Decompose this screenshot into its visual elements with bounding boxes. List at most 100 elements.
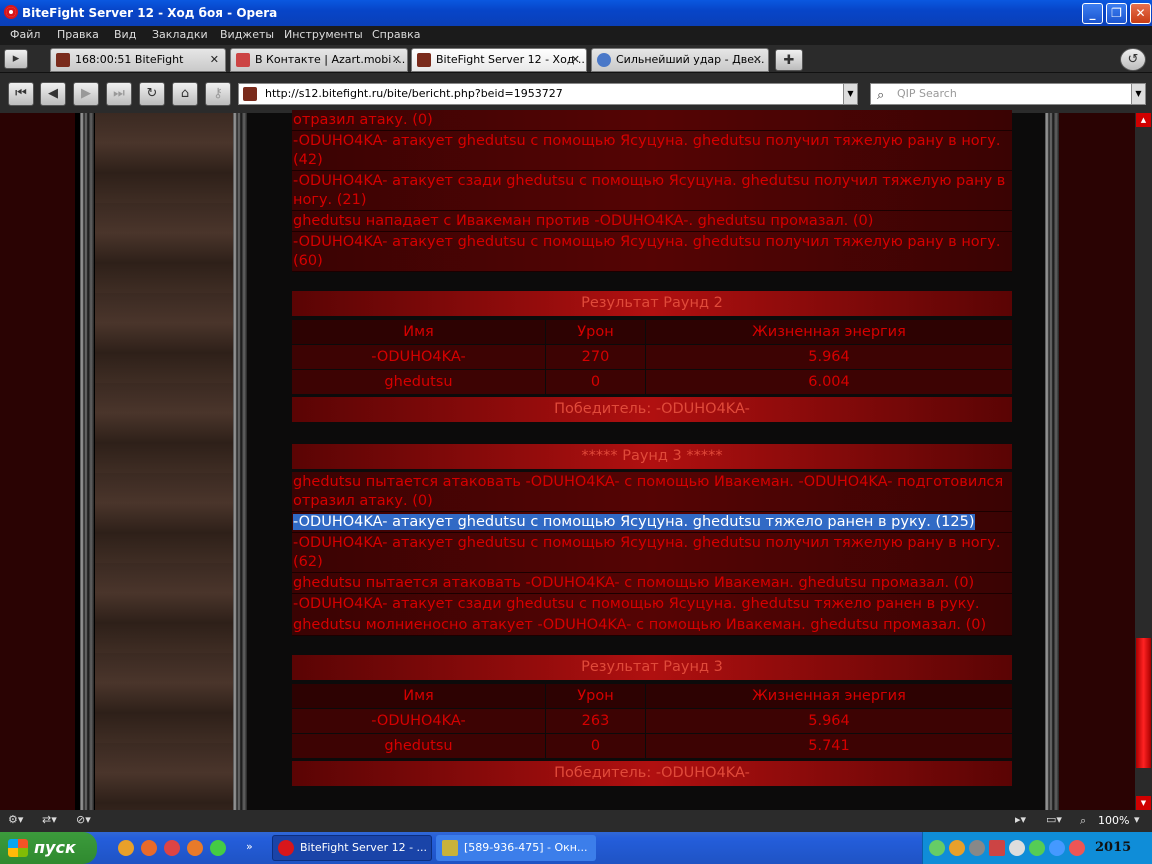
network-icon[interactable]: ⇄▾ bbox=[42, 813, 57, 826]
chevron-down-icon[interactable]: ▼ bbox=[1131, 84, 1145, 104]
search-icon: ⌕ bbox=[877, 88, 885, 103]
fast-forward-button[interactable]: ⏭ bbox=[106, 82, 132, 106]
result-round-2-header: Результат Раунд 2 bbox=[292, 291, 1012, 316]
menu-edit[interactable]: Правка bbox=[57, 28, 99, 41]
scroll-thumb[interactable] bbox=[1136, 638, 1151, 768]
zoom-level[interactable]: 100% bbox=[1098, 814, 1129, 827]
window-title: BiteFight Server 12 - Ход боя - Opera bbox=[22, 6, 278, 20]
close-tab-icon[interactable]: ✕ bbox=[571, 49, 580, 71]
log-line: (60) bbox=[292, 251, 1012, 272]
speaker-icon[interactable] bbox=[1009, 840, 1025, 856]
view-icon[interactable]: ▭▾ bbox=[1046, 813, 1062, 826]
cursor-icon[interactable]: ▸▾ bbox=[1015, 813, 1026, 826]
close-tab-icon[interactable]: ✕ bbox=[392, 49, 401, 71]
tray-icon[interactable] bbox=[969, 840, 985, 856]
tray-icon[interactable] bbox=[929, 840, 945, 856]
decorative-border bbox=[1045, 113, 1059, 810]
taskbar: пуск » BiteFight Server 12 - ... [589-93… bbox=[0, 832, 1152, 864]
clock[interactable]: 2015 bbox=[1095, 840, 1131, 855]
tab-label: 168:00:51 BiteFight bbox=[75, 53, 184, 66]
new-tab-button[interactable]: ✚ bbox=[775, 49, 803, 71]
tray-icon[interactable] bbox=[1029, 840, 1045, 856]
tray-icon[interactable] bbox=[1069, 840, 1085, 856]
reload-button[interactable]: ↻ bbox=[139, 82, 165, 106]
tab-vkontakte[interactable]: В Контакте | Azart.mobi ... ✕ bbox=[230, 48, 408, 72]
closed-tabs-icon[interactable]: ↺ bbox=[1120, 48, 1146, 71]
close-button[interactable]: ✕ bbox=[1130, 3, 1151, 24]
player-name: -ODUHO4KA- bbox=[292, 709, 545, 733]
menu-widgets[interactable]: Виджеты bbox=[220, 28, 274, 41]
health-value: 5.741 bbox=[646, 734, 1012, 758]
page-favicon-icon bbox=[597, 53, 611, 67]
chevron-down-icon[interactable]: ▼ bbox=[843, 84, 857, 104]
title-bar: BiteFight Server 12 - Ход боя - Opera _ … bbox=[0, 0, 1152, 26]
task-opera[interactable]: BiteFight Server 12 - ... bbox=[272, 835, 432, 861]
start-button[interactable]: пуск bbox=[0, 832, 97, 864]
forward-button[interactable]: ▶ bbox=[73, 82, 99, 106]
quick-launch-icon[interactable] bbox=[141, 840, 157, 856]
tools-icon[interactable]: ⚙▾ bbox=[8, 813, 23, 826]
wand-button[interactable]: ⚷ bbox=[205, 82, 231, 106]
back-button[interactable]: ◀ bbox=[40, 82, 66, 106]
health-value: 6.004 bbox=[646, 370, 1012, 394]
task-window[interactable]: [589-936-475] - Окн... bbox=[436, 835, 596, 861]
scroll-up-icon[interactable]: ▲ bbox=[1136, 113, 1151, 127]
player-name: ghedutsu bbox=[292, 370, 545, 394]
task-label: BiteFight Server 12 - ... bbox=[300, 841, 428, 854]
tab-strongest-hit[interactable]: Сильнейший удар - Две... ✕ bbox=[591, 48, 769, 72]
language-flag-icon[interactable] bbox=[989, 840, 1005, 856]
zoom-icon: ⌕ bbox=[1080, 814, 1087, 827]
search-placeholder: QIP Search bbox=[897, 87, 957, 100]
log-line: отразил атаку. (0) bbox=[292, 491, 1012, 512]
close-tab-icon[interactable]: ✕ bbox=[753, 49, 762, 71]
panel-toggle-icon[interactable]: ▸ bbox=[4, 49, 28, 69]
url-text: http://s12.bitefight.ru/bite/bericht.php… bbox=[265, 87, 563, 100]
damage-value: 263 bbox=[546, 709, 645, 733]
tab-bitefight-timer[interactable]: 168:00:51 BiteFight ✕ bbox=[50, 48, 226, 72]
window-icon bbox=[442, 840, 458, 856]
tab-label: В Контакте | Azart.mobi ... bbox=[255, 53, 406, 66]
log-line-selected[interactable]: -ODUHO4KA- атакует ghedutsu с помощью Яс… bbox=[292, 512, 1012, 533]
menu-tools[interactable]: Инструменты bbox=[284, 28, 363, 41]
menu-file[interactable]: Файл bbox=[10, 28, 40, 41]
column-damage-header: Урон bbox=[546, 684, 645, 708]
log-line: ghedutsu молниеносно атакует -ODUHO4KA- … bbox=[292, 615, 1012, 636]
column-health-header: Жизненная энергия bbox=[646, 684, 1012, 708]
start-label: пуск bbox=[34, 838, 76, 857]
selected-text: -ODUHO4KA- атакует ghedutsu с помощью Яс… bbox=[293, 514, 975, 530]
chevron-down-icon[interactable]: ▾ bbox=[1134, 813, 1140, 826]
quick-launch-icon[interactable] bbox=[187, 840, 203, 856]
quick-launch-icon[interactable] bbox=[164, 840, 180, 856]
quick-launch-icon[interactable] bbox=[210, 840, 226, 856]
close-tab-icon[interactable]: ✕ bbox=[210, 49, 219, 71]
player-name: ghedutsu bbox=[292, 734, 545, 758]
rewind-button[interactable]: ⏮ bbox=[8, 82, 34, 106]
maximize-button[interactable]: ❐ bbox=[1106, 3, 1127, 24]
tab-bitefight-battle[interactable]: BiteFight Server 12 - Ход ... ✕ bbox=[411, 48, 587, 72]
tray-icon[interactable] bbox=[949, 840, 965, 856]
address-bar[interactable]: http://s12.bitefight.ru/bite/bericht.php… bbox=[238, 83, 858, 105]
menu-bookmarks[interactable]: Закладки bbox=[152, 28, 208, 41]
winner-round-2: Победитель: -ODUHO4KA- bbox=[292, 397, 1012, 422]
log-line: ghedutsu пытается атаковать -ODUHO4KA- с… bbox=[292, 573, 1012, 594]
block-icon[interactable]: ⊘▾ bbox=[76, 813, 91, 826]
column-name-header: Имя bbox=[292, 320, 545, 344]
winner-round-3: Победитель: -ODUHO4KA- bbox=[292, 761, 1012, 786]
quick-launch-icon[interactable] bbox=[118, 840, 134, 856]
menu-view[interactable]: Вид bbox=[114, 28, 136, 41]
tab-label: BiteFight Server 12 - Ход ... bbox=[436, 53, 587, 66]
result-round-3-header: Результат Раунд 3 bbox=[292, 655, 1012, 680]
right-background bbox=[1059, 113, 1135, 810]
round-3-header: ***** Раунд 3 ***** bbox=[292, 444, 1012, 469]
minimize-button[interactable]: _ bbox=[1082, 3, 1103, 24]
tray-icon[interactable] bbox=[1049, 840, 1065, 856]
home-button[interactable]: ⌂ bbox=[172, 82, 198, 106]
expand-icon[interactable]: » bbox=[246, 840, 253, 853]
vertical-scrollbar[interactable]: ▲ ▼ bbox=[1135, 113, 1152, 810]
scroll-down-icon[interactable]: ▼ bbox=[1136, 796, 1151, 810]
health-value: 5.964 bbox=[646, 709, 1012, 733]
search-input[interactable]: ⌕ QIP Search ▼ bbox=[870, 83, 1146, 105]
damage-value: 270 bbox=[546, 345, 645, 369]
menu-help[interactable]: Справка bbox=[372, 28, 420, 41]
damage-value: 0 bbox=[546, 734, 645, 758]
